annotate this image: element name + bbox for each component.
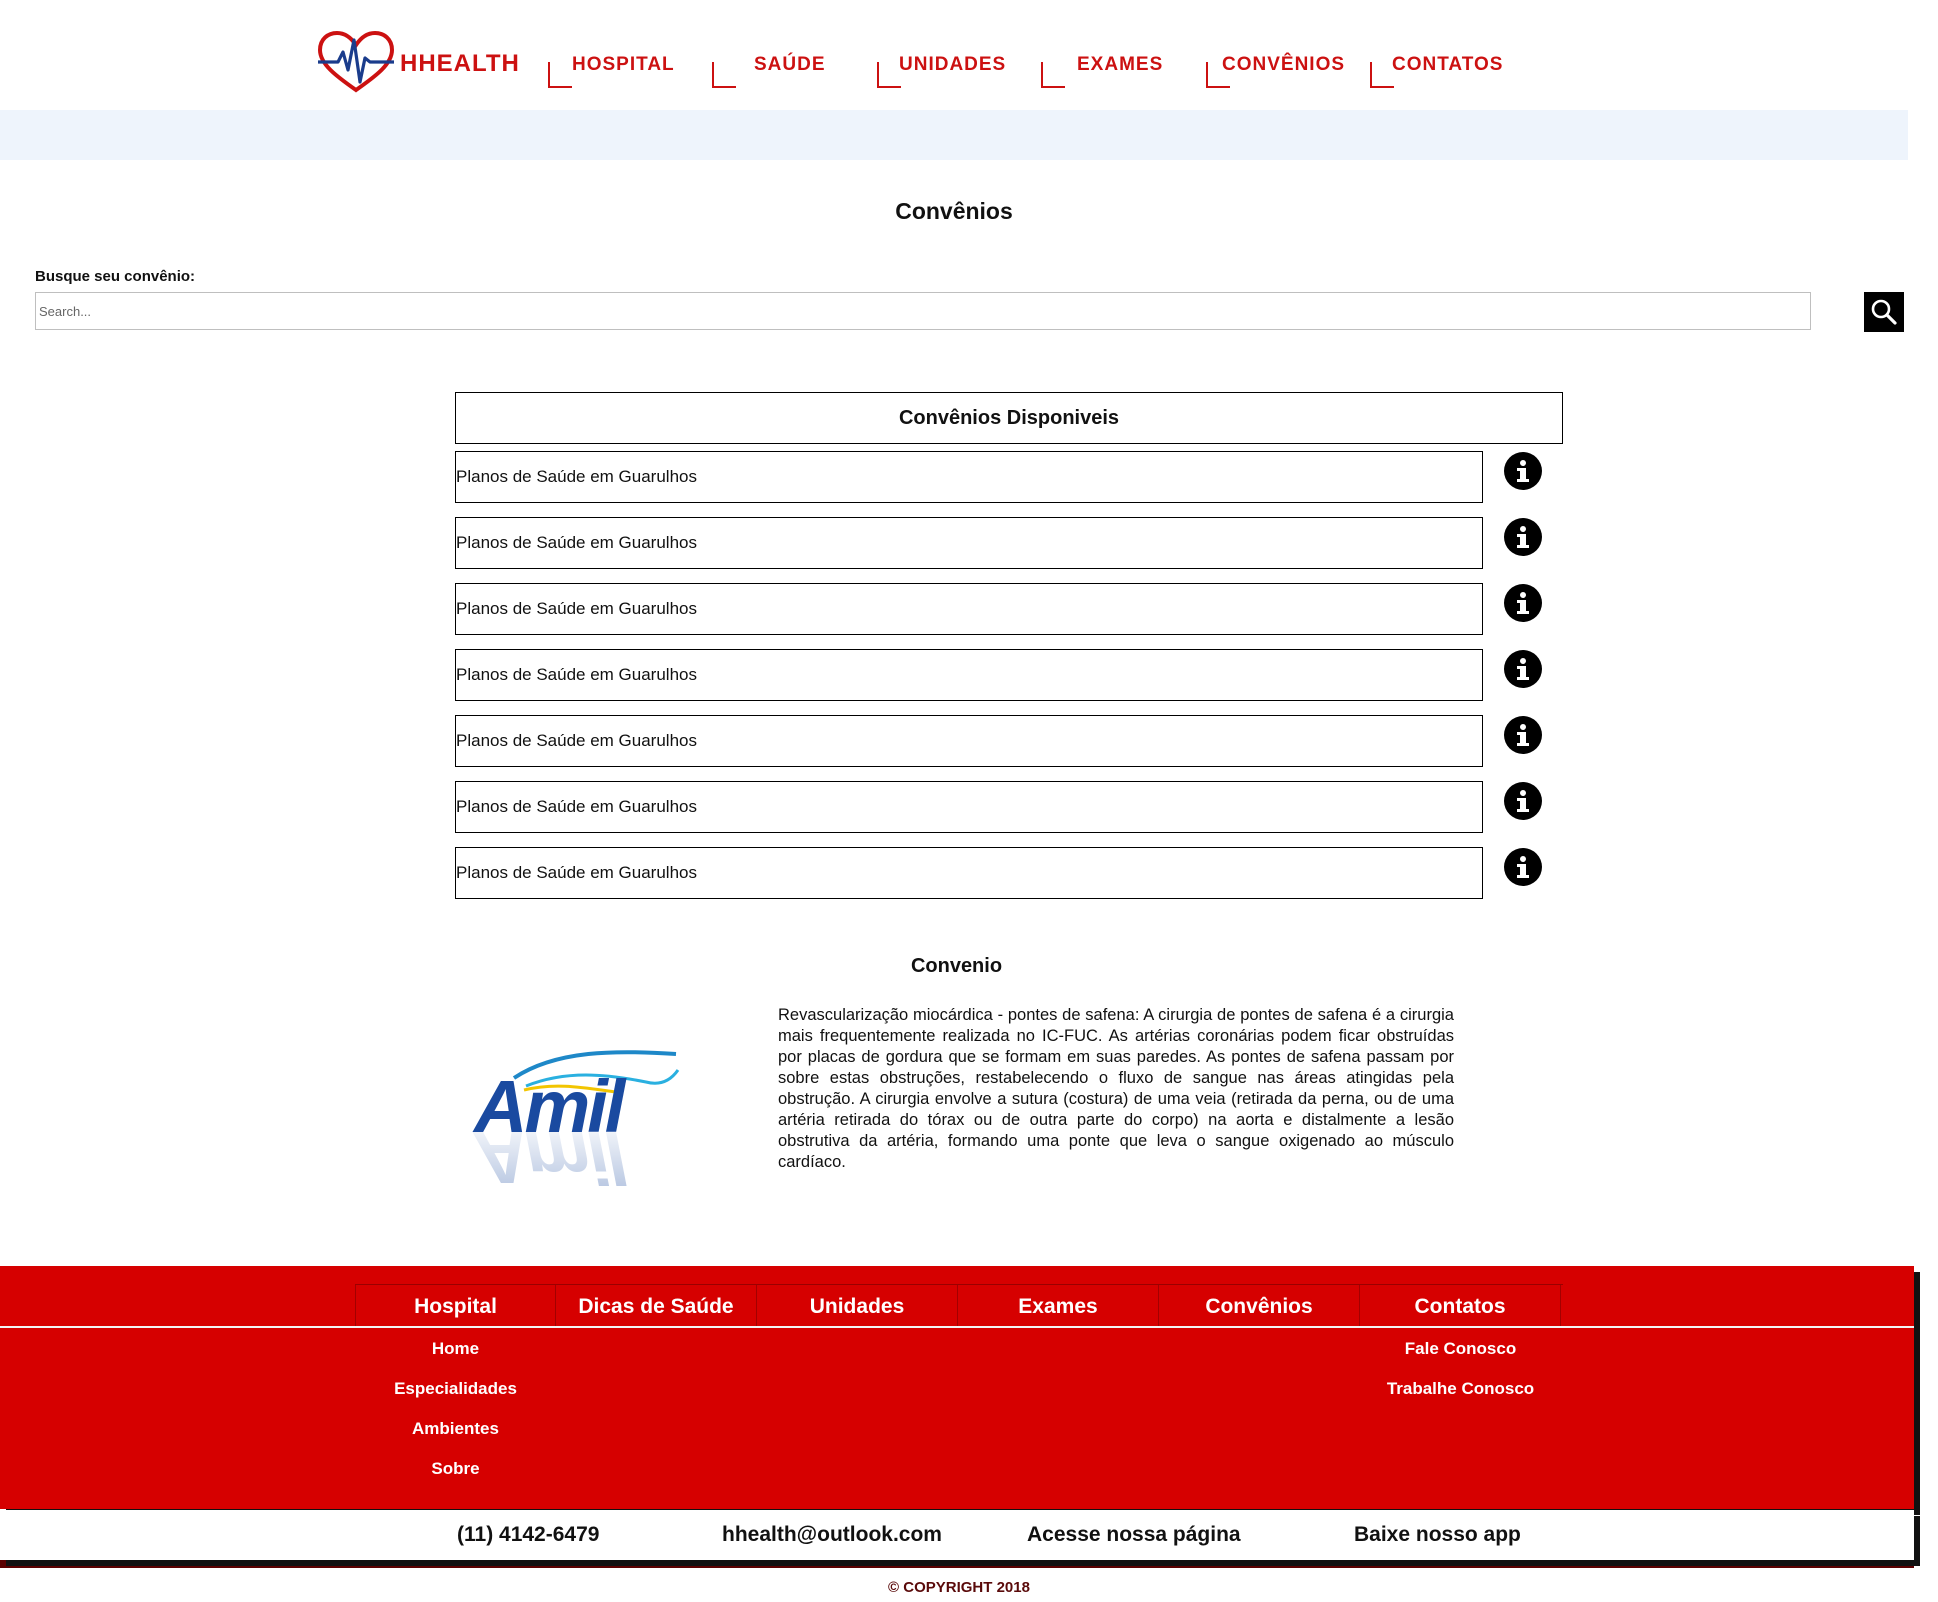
nav-bracket [1041, 62, 1065, 88]
contact-phone[interactable]: (11) 4142-6479 [457, 1523, 599, 1547]
contact-page-link[interactable]: Acesse nossa página [1027, 1523, 1241, 1547]
info-icon[interactable] [1504, 716, 1542, 754]
contact-bar: (11) 4142-6479 hhealth@outlook.com Acess… [0, 1510, 1914, 1560]
info-icon[interactable] [1504, 848, 1542, 886]
convenio-row[interactable]: Planos de Saúde em Guarulhos [455, 583, 1483, 635]
footer-link-fale-conosco[interactable]: Fale Conosco [1360, 1339, 1561, 1359]
footer-col-convenios[interactable]: Convênios [1159, 1285, 1360, 1327]
nav-hospital[interactable]: HOSPITAL [548, 54, 688, 88]
footer-link-trabalhe-conosco[interactable]: Trabalhe Conosco [1360, 1379, 1561, 1399]
nav-label: UNIDADES [899, 54, 1007, 75]
convenio-row[interactable]: Planos de Saúde em Guarulhos [455, 649, 1483, 701]
nav-bracket [548, 62, 572, 88]
footer-link-sobre[interactable]: Sobre [355, 1459, 556, 1479]
footer-column-headers: Hospital Dicas de Saúde Unidades Exames … [355, 1284, 1563, 1328]
nav-label: CONTATOS [1392, 54, 1504, 75]
convenio-row[interactable]: Planos de Saúde em Guarulhos [455, 451, 1483, 503]
info-icon[interactable] [1504, 518, 1542, 556]
nav-contatos[interactable]: CONTATOS [1370, 54, 1510, 88]
convenio-row[interactable]: Planos de Saúde em Guarulhos [455, 781, 1483, 833]
footer-divider [0, 1326, 1914, 1328]
footer-link-ambientes[interactable]: Ambientes [355, 1419, 556, 1439]
convenios-list-header: Convênios Disponiveis [455, 392, 1563, 444]
convenio-row[interactable]: Planos de Saúde em Guarulhos [455, 847, 1483, 899]
heart-pulse-icon[interactable] [316, 30, 396, 96]
convenio-description: Revascularização miocárdica - pontes de … [778, 1006, 1454, 1171]
nav-saude[interactable]: SAÚDE [712, 54, 852, 88]
info-icon[interactable] [1504, 452, 1542, 490]
footer-col-hospital[interactable]: Hospital [355, 1285, 556, 1327]
contact-app-link[interactable]: Baixe nosso app [1354, 1523, 1521, 1547]
search-label: Busque seu convênio: [35, 268, 196, 285]
magnifier-icon [1871, 299, 1897, 325]
brand-name[interactable]: HHEALTH [400, 50, 520, 78]
nav-label: CONVÊNIOS [1222, 54, 1346, 75]
page-title: Convênios [895, 198, 1013, 224]
nav-exames[interactable]: EXAMES [1041, 54, 1181, 88]
search-button[interactable] [1864, 292, 1904, 332]
nav-bracket [712, 62, 736, 88]
convenio-title: Convenio [910, 955, 1003, 977]
hero-banner [0, 110, 1908, 160]
info-icon[interactable] [1504, 650, 1542, 688]
footer-link-especialidades[interactable]: Especialidades [355, 1379, 556, 1399]
amil-logo: Amil Amil [472, 1050, 680, 1199]
nav-label: HOSPITAL [572, 54, 675, 75]
contact-email[interactable]: hhealth@outlook.com [722, 1523, 942, 1547]
nav-bracket [1370, 62, 1394, 88]
nav-label: EXAMES [1077, 54, 1164, 75]
nav-convenios[interactable]: CONVÊNIOS [1206, 54, 1356, 88]
footer-col-exames[interactable]: Exames [958, 1285, 1159, 1327]
nav-unidades[interactable]: UNIDADES [877, 54, 1017, 88]
convenio-row[interactable]: Planos de Saúde em Guarulhos [455, 517, 1483, 569]
info-icon[interactable] [1504, 782, 1542, 820]
copyright: © COPYRIGHT 2018 [888, 1579, 1030, 1596]
footer-col-unidades[interactable]: Unidades [757, 1285, 958, 1327]
site-footer: Hospital Dicas de Saúde Unidades Exames … [0, 1266, 1914, 1509]
nav-bracket [877, 62, 901, 88]
convenio-row[interactable]: Planos de Saúde em Guarulhos [455, 715, 1483, 767]
footer-link-home[interactable]: Home [355, 1339, 556, 1359]
footer-col-dicas[interactable]: Dicas de Saúde [556, 1285, 757, 1327]
info-icon[interactable] [1504, 584, 1542, 622]
footer-col-contatos[interactable]: Contatos [1360, 1285, 1561, 1327]
nav-label: SAÚDE [754, 54, 826, 75]
site-header: HHEALTH HOSPITAL SAÚDE UNIDADES EXAMES C… [0, 0, 1938, 110]
svg-text:Amil: Amil [472, 1116, 627, 1199]
search-input[interactable] [35, 292, 1811, 330]
